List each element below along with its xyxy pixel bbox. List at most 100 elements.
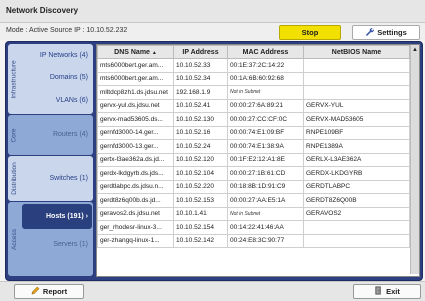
table-cell: 00:00:27:1B:61:CD bbox=[227, 166, 304, 181]
table-cell: gerdtlabpc.ds.jdsu.n... bbox=[97, 179, 174, 194]
table-row[interactable]: geravos2.ds.jdsu.net 10.10.1.41 Not in Sub… bbox=[97, 206, 410, 221]
table-row[interactable]: gervx-mad53605.ds... 10.10.52.130 00:00:27… bbox=[97, 112, 410, 127]
table-cell: ger-zhangq-linux-1... bbox=[97, 233, 174, 248]
pencil-icon bbox=[31, 286, 40, 297]
table-cell: GERDX-LKDGYRB bbox=[303, 166, 410, 181]
table-cell: 10.10.52.41 bbox=[173, 98, 228, 113]
table-row[interactable]: gerdx-lkdgyrb.ds.jds... 10.10.52.104 00:00… bbox=[97, 166, 410, 181]
group-core: Core Routers (4) bbox=[8, 115, 93, 155]
group-access: Access Hosts (191) › Servers (1) bbox=[8, 202, 93, 276]
table-row[interactable]: gervx-yul.ds.jdsu.net 10.10.52.41 00:00:27… bbox=[97, 98, 410, 113]
wrench-icon bbox=[365, 27, 375, 38]
stop-button-label: Stop bbox=[301, 28, 319, 37]
exit-door-icon bbox=[374, 286, 383, 297]
table-row[interactable]: ger_rhodesr-linux-3... 10.10.52.154 00:14:… bbox=[97, 220, 410, 235]
table-cell bbox=[303, 71, 410, 86]
table-row[interactable]: gernfd3000-14.ger... 10.10.52.16 00:00:74:… bbox=[97, 125, 410, 140]
group-label-distribution: Distribution bbox=[11, 162, 19, 195]
table-cell: 00:00:27:AA:E5:1A bbox=[227, 193, 304, 208]
table-cell: GERDTLABPC bbox=[303, 179, 410, 194]
column-header-dns-name[interactable]: DNS Name ▲ bbox=[97, 45, 174, 59]
mode-status-text: Mode : Active Source IP : 10.10.52.232 bbox=[6, 27, 128, 34]
table-header-row: DNS Name ▲ IP Address MAC Address NetBIO… bbox=[97, 45, 410, 59]
title-bar: Network Discovery bbox=[0, 0, 425, 23]
table-cell bbox=[303, 220, 410, 235]
table-cell: RNPE109BF bbox=[303, 125, 410, 140]
table-cell: 10.10.52.16 bbox=[173, 125, 228, 140]
sidebar-item-vlans[interactable]: VLANs (6) bbox=[22, 90, 92, 111]
table-row[interactable]: mts6000bert.ger.am... 10.10.52.34 00:1A:6B… bbox=[97, 71, 410, 86]
column-header-ip-address[interactable]: IP Address bbox=[173, 45, 228, 59]
table-row[interactable]: gerdtlabpc.ds.jdsu.n... 10.10.52.220 00:18… bbox=[97, 179, 410, 194]
table-cell: 10.10.52.153 bbox=[173, 193, 228, 208]
sidebar-item-servers[interactable]: Servers (1) bbox=[22, 234, 92, 255]
vertical-scrollbar[interactable]: ▲ bbox=[410, 45, 419, 274]
exit-button[interactable]: Exit bbox=[353, 284, 421, 299]
table-cell: GERVX-MAD53605 bbox=[303, 112, 410, 127]
table-cell bbox=[303, 85, 410, 100]
table-row[interactable]: gernfd3000-13.ger... 10.10.52.24 00:00:74:… bbox=[97, 139, 410, 154]
table-row[interactable]: ger-zhangq-linux-1... 10.10.52.142 00:24:E… bbox=[97, 233, 410, 248]
table-cell: 00:18:8B:1D:91:C9 bbox=[227, 179, 304, 194]
table-cell: gernfd3000-13.ger... bbox=[97, 139, 174, 154]
table-cell: Not in Subnet bbox=[227, 206, 304, 221]
table-cell: mlltdcp8zh1.ds.jdsu.net bbox=[97, 85, 174, 100]
table-cell: GERVX-YUL bbox=[303, 98, 410, 113]
table-cell: gerdt8z6q00b.ds.jd... bbox=[97, 193, 174, 208]
sidebar-item-hosts[interactable]: Hosts (191) › bbox=[22, 204, 92, 229]
table-cell: 00:00:74:E1:38:9A bbox=[227, 139, 304, 154]
table-cell: gervx-yul.ds.jdsu.net bbox=[97, 98, 174, 113]
table-cell: GERDT8Z6Q00B bbox=[303, 193, 410, 208]
table-cell: gertx-l3ae362a.ds.jd... bbox=[97, 152, 174, 167]
table-cell: ger_rhodesr-linux-3... bbox=[97, 220, 174, 235]
settings-button[interactable]: Settings bbox=[352, 25, 420, 40]
table-cell: 10.10.52.104 bbox=[173, 166, 228, 181]
table-cell: 10.10.52.220 bbox=[173, 179, 228, 194]
exit-button-label: Exit bbox=[386, 287, 400, 296]
table-cell: 10.10.52.154 bbox=[173, 220, 228, 235]
report-button[interactable]: Report bbox=[14, 284, 84, 299]
hosts-table[interactable]: DNS Name ▲ IP Address MAC Address NetBIO… bbox=[96, 44, 420, 277]
table-cell: 10.10.52.24 bbox=[173, 139, 228, 154]
table-cell: mts6000bert.ger.am... bbox=[97, 58, 174, 73]
sidebar-item-ip-networks[interactable]: IP Networks (4) bbox=[22, 45, 92, 66]
table-row[interactable]: mts6000bert.ger.am... 10.10.52.33 00:1E:37… bbox=[97, 58, 410, 73]
table-cell: 00:1A:6B:60:92:68 bbox=[227, 71, 304, 86]
table-cell: 10.10.52.33 bbox=[173, 58, 228, 73]
table-cell: RNPE1389A bbox=[303, 139, 410, 154]
host-grid: DNS Name ▲ IP Address MAC Address NetBIO… bbox=[97, 45, 410, 248]
table-cell: 00:1E:37:2C:14:22 bbox=[227, 58, 304, 73]
table-cell: 00:00:27:6A:89:21 bbox=[227, 98, 304, 113]
table-cell: 00:14:22:41:46:AA bbox=[227, 220, 304, 235]
sidebar-item-routers[interactable]: Routers (4) bbox=[22, 124, 92, 145]
group-infrastructure: Infrastructure IP Networks (4) Domains (… bbox=[8, 44, 93, 114]
scroll-up-arrow-icon[interactable]: ▲ bbox=[412, 46, 418, 54]
table-cell: 10.10.52.34 bbox=[173, 71, 228, 86]
group-distribution: Distribution Switches (1) bbox=[8, 156, 93, 201]
table-cell bbox=[303, 58, 410, 73]
settings-button-label: Settings bbox=[377, 28, 407, 37]
table-cell: Not in Subnet bbox=[227, 85, 304, 100]
sidebar-item-domains[interactable]: Domains (5) bbox=[22, 67, 92, 88]
table-row[interactable]: gerdt8z6q00b.ds.jd... 10.10.52.153 00:00:2… bbox=[97, 193, 410, 208]
table-cell: 00:00:27:CC:CF:0C bbox=[227, 112, 304, 127]
column-header-netbios-name[interactable]: NetBIOS Name bbox=[303, 45, 410, 59]
table-cell bbox=[303, 233, 410, 248]
table-cell: GERAVOS2 bbox=[303, 206, 410, 221]
stop-button[interactable]: Stop bbox=[279, 25, 341, 40]
table-cell: geravos2.ds.jdsu.net bbox=[97, 206, 174, 221]
table-cell: 192.168.1.9 bbox=[173, 85, 228, 100]
group-label-infrastructure: Infrastructure bbox=[11, 59, 19, 99]
table-row[interactable]: gertx-l3ae362a.ds.jd... 10.10.52.120 00:1F… bbox=[97, 152, 410, 167]
table-cell: 10.10.52.142 bbox=[173, 233, 228, 248]
category-sidebar: Infrastructure IP Networks (4) Domains (… bbox=[8, 44, 93, 276]
sidebar-item-switches[interactable]: Switches (1) bbox=[22, 168, 92, 189]
table-row[interactable]: mlltdcp8zh1.ds.jdsu.net 192.168.1.9 Not in… bbox=[97, 85, 410, 100]
window-title: Network Discovery bbox=[6, 6, 79, 15]
group-label-core: Core bbox=[11, 127, 18, 143]
table-cell: 00:24:E8:3C:90:77 bbox=[227, 233, 304, 248]
column-header-mac-address[interactable]: MAC Address bbox=[227, 45, 304, 59]
table-cell: gernfd3000-14.ger... bbox=[97, 125, 174, 140]
table-cell: 10.10.1.41 bbox=[173, 206, 228, 221]
report-button-label: Report bbox=[42, 287, 68, 296]
